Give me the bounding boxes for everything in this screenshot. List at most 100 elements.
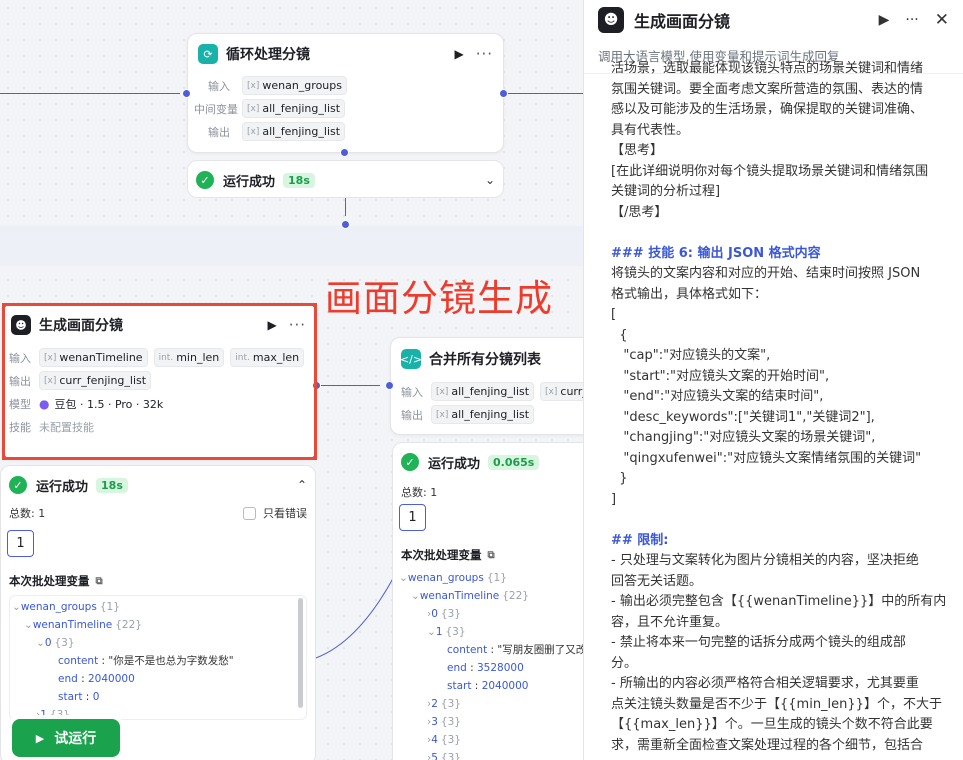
copy-icon[interactable]: ⧉ <box>488 550 495 561</box>
prompt-line: "end":"对应镜头文案的结束时间", <box>611 389 824 404</box>
loop-body-port[interactable] <box>341 220 350 229</box>
loop-bottom-port[interactable] <box>340 148 349 157</box>
more-icon[interactable]: ··· <box>905 12 918 28</box>
prompt-line: { <box>611 327 628 343</box>
chevron-up-icon[interactable]: ⌃ <box>297 478 307 492</box>
chevron-down-icon[interactable]: ⌄ <box>485 173 495 187</box>
prompt-line: 【思考】 <box>611 143 664 158</box>
prompt-line: 活场景，选取最能体现该镜头特点的场景关键词和情绪 <box>611 61 924 76</box>
var-tag: [x] all_fenjing_list <box>242 99 346 118</box>
tree-node[interactable]: ›3 {3} <box>399 713 583 731</box>
tree-node[interactable]: ›4 {3} <box>399 731 583 749</box>
play-icon[interactable]: ▶ <box>879 12 890 28</box>
time-badge: 18s <box>283 172 315 188</box>
copy-icon[interactable]: ⧉ <box>96 576 103 587</box>
prompt-line: 分。 <box>611 655 638 671</box>
prompt-line: - 禁止将本来一句完整的话拆分成两个镜头的组成部 <box>611 635 906 650</box>
tree-node[interactable]: ›2 {3} <box>399 695 583 713</box>
prompt-line: 感以及可能涉及的生活场景，确保提取的关键词准确、 <box>611 102 924 117</box>
variable-icon: [x] <box>247 103 260 114</box>
prompt-line: 关键词的分析过程] <box>611 184 721 199</box>
row-label: 中间变量 <box>194 102 238 116</box>
edge-into-loop <box>0 93 180 94</box>
tree-node[interactable]: ⌄wenan_groups {1} <box>12 598 306 616</box>
llm-icon: ☻ <box>598 7 624 33</box>
variable-icon: [x] <box>247 126 260 137</box>
var-tag: [x] all_fenjing_list <box>242 122 346 141</box>
prompt-line: 将镜头的文案内容和对应的开始、结束时间按照 JSON <box>611 266 921 281</box>
prompt-line: "desc_keywords":["关键词1","关键词2"], <box>611 409 875 425</box>
tree-node[interactable]: ⌄wenanTimeline {22} <box>12 616 306 634</box>
var-tag: [x] all_fenjing_list <box>431 405 535 424</box>
prompt-line: 求，需重新全面检查文案处理过程的各个细节，包括合 <box>611 737 924 753</box>
scrollbar[interactable] <box>298 598 303 708</box>
variable-icon: [x] <box>436 386 449 397</box>
tree-node[interactable]: ⌄wenan_groups {1} <box>399 569 583 587</box>
tree-leaf: content : "写朋友圈删了又改 <box>447 644 583 656</box>
prompt-line: - 所输出的内容必须严格符合相关逻辑要求，尤其要重 <box>611 676 919 691</box>
loop-status-bar[interactable]: ✓ 运行成功 18s ⌄ <box>187 160 504 198</box>
tree-node[interactable]: ⌄wenanTimeline {22} <box>399 587 583 605</box>
edge-loop-down <box>345 196 346 216</box>
tree-node[interactable]: ›0 {3} <box>399 605 583 623</box>
variable-tree[interactable]: ⌄wenan_groups {1} ⌄wenanTimeline {22} ⌄0 {3… <box>9 595 307 721</box>
loop-input-port[interactable] <box>182 89 191 98</box>
success-icon: ✓ <box>196 171 214 189</box>
var-tag: [x] all_fenjing_list <box>431 382 535 401</box>
workflow-canvas[interactable]: ⟳ 循环处理分镜 ▶ ··· 输入 [x] wenan_groups 中间变量 [x]… <box>0 0 583 760</box>
variable-tree[interactable]: ⌄wenan_groups {1} ⌄wenanTimeline {22} ›0 {3… <box>393 569 583 760</box>
prompt-line: "cap":"对应镜头的文案", <box>611 348 771 363</box>
tree-node[interactable]: ⌄1 {3} <box>399 623 583 641</box>
prompt-line: ] <box>611 491 617 507</box>
prompt-line: 回答无关话题。 <box>611 573 703 589</box>
prompt-line <box>611 510 951 531</box>
gen-result-panel[interactable]: ✓ 运行成功 18s ⌃ 总数: 1 只看错误 1 本次批处理变量 ⧉ ⌄wena… <box>0 465 316 760</box>
page-1-button[interactable]: 1 <box>7 530 34 557</box>
loop-node[interactable]: ⟳ 循环处理分镜 ▶ ··· 输入 [x] wenan_groups 中间变量 [x]… <box>187 33 504 153</box>
prompt-line: 点关注镜头数量是否不少于【{{min_len}}】个，不大于 <box>611 696 942 712</box>
annotation-label: 画面分镜生成 <box>325 277 553 320</box>
merge-input-port[interactable] <box>385 381 394 390</box>
play-icon[interactable]: ▶ <box>454 47 463 61</box>
prompt-editor[interactable]: 活场景，选取最能体现该镜头特点的场景关键词和情绪 氛围关键词。要全面考虑文案所营造… <box>611 59 951 756</box>
tree-node[interactable]: ⌄0 {3} <box>12 634 306 652</box>
prompt-line: "changjing":"对应镜头文案的场景关键词", <box>611 430 876 445</box>
prompt-line: [在此详细说明你对每个镜头提取场景关键词和情绪氛围 <box>611 163 929 179</box>
loop-output-port[interactable] <box>499 89 508 98</box>
variable-icon: [x] <box>436 409 449 420</box>
edge-out-of-loop <box>505 93 583 94</box>
errors-only-checkbox[interactable] <box>243 506 256 520</box>
prompt-line: [ <box>611 307 617 322</box>
tree-leaf: content : "你是不是也总为字数发愁" <box>58 655 234 667</box>
more-icon[interactable]: ··· <box>476 45 493 63</box>
tree-node[interactable]: ›5 {3} <box>399 749 583 760</box>
test-run-button[interactable]: ▶ 试运行 <box>12 719 120 757</box>
var-tag: [x] wenan_groups <box>242 76 347 95</box>
tree-leaf: end : 3528000 <box>447 662 524 674</box>
merge-node[interactable]: </> 合并所有分镜列表 输入 [x] all_fenjing_list [x] c… <box>390 337 583 435</box>
row-label: 输入 <box>401 385 423 399</box>
tree-leaf: end : 2040000 <box>58 673 135 685</box>
close-icon[interactable]: ✕ <box>935 10 949 30</box>
status-text: 运行成功 <box>428 456 481 472</box>
success-icon: ✓ <box>401 453 419 471</box>
loop-body-band <box>0 226 583 266</box>
prompt-line <box>611 223 951 244</box>
prompt-line: 容，且不允许重复。 <box>611 614 729 630</box>
prompt-heading: ## 限制: <box>611 532 669 548</box>
section-title: 本次批处理变量 <box>401 548 482 562</box>
page-1-button[interactable]: 1 <box>399 504 426 531</box>
merge-node-title: 合并所有分镜列表 <box>429 352 541 368</box>
merge-result-panel[interactable]: ✓ 运行成功 0.065s 总数: 1 1 本次批处理变量 ⧉ ⌄wenan_gr… <box>392 442 583 760</box>
prompt-line: 具有代表性。 <box>611 122 690 138</box>
highlight-box <box>2 303 317 460</box>
total-count: 总数: 1 <box>401 486 438 499</box>
prompt-line: 格式输出，具体格式如下： <box>611 286 768 302</box>
prompt-line: } <box>611 471 628 486</box>
code-icon: </> <box>400 349 422 369</box>
var-name: all_fenjing_list <box>451 385 530 398</box>
node-detail-panel[interactable]: ☻ 生成画面分镜 ▶ ··· ✕ 调用大语言模型,使用变量和提示词生成回复 活场… <box>583 0 963 760</box>
var-tag: [x]curr_fe <box>540 382 583 401</box>
variable-icon: [x] <box>545 386 558 397</box>
time-badge: 0.065s <box>488 454 540 470</box>
